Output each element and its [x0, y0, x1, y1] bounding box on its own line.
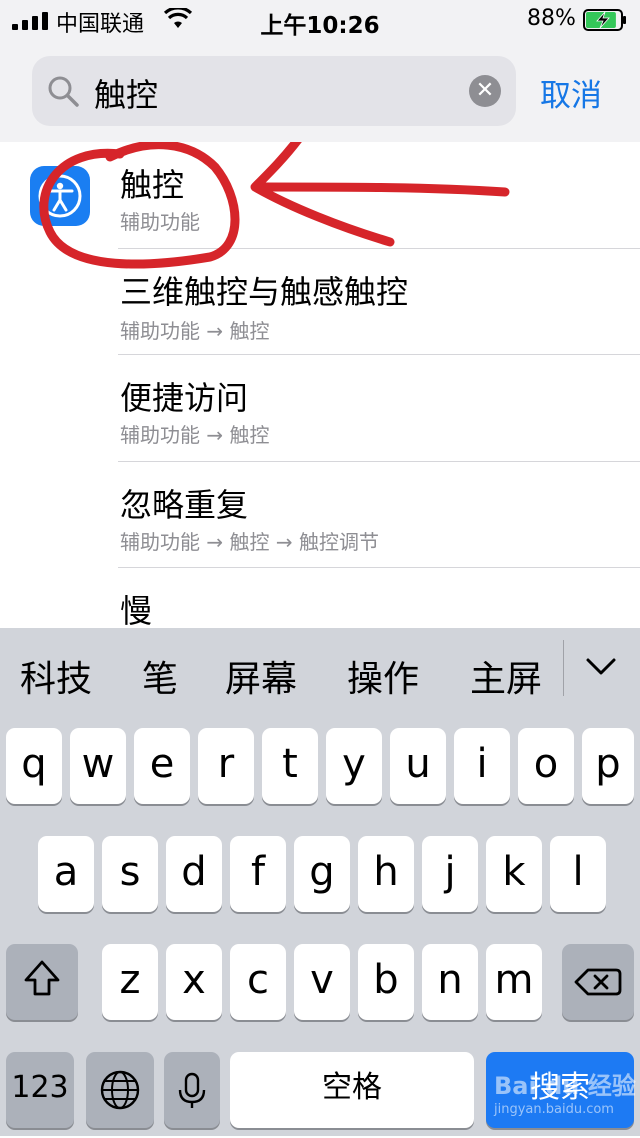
- key-n[interactable]: n: [422, 944, 478, 1020]
- key-h[interactable]: h: [358, 836, 414, 912]
- key-a[interactable]: a: [38, 836, 94, 912]
- watermark-url: jingyan.baidu.com: [494, 1102, 614, 1117]
- candidate-word[interactable]: 笔: [142, 650, 178, 702]
- key-t[interactable]: t: [262, 728, 318, 804]
- candidate-word[interactable]: 科技: [20, 650, 92, 702]
- candidate-word[interactable]: 屏幕: [225, 650, 297, 702]
- globe-icon: [100, 1070, 140, 1110]
- key-u[interactable]: u: [390, 728, 446, 804]
- key-f[interactable]: f: [230, 836, 286, 912]
- key-d[interactable]: d: [166, 836, 222, 912]
- annotation-circle-arrow: [39, 142, 510, 269]
- chevron-down-icon[interactable]: [584, 650, 618, 684]
- key-r[interactable]: r: [198, 728, 254, 804]
- search-header: 触控 ✕ 取消: [0, 44, 640, 143]
- search-field[interactable]: 触控 ✕: [32, 56, 516, 126]
- backspace-icon: [574, 968, 622, 996]
- key-g[interactable]: g: [294, 836, 350, 912]
- key-k[interactable]: k: [486, 836, 542, 912]
- delete-key[interactable]: [562, 944, 634, 1020]
- key-b[interactable]: b: [358, 944, 414, 1020]
- candidate-word[interactable]: 操作: [347, 650, 419, 702]
- search-input[interactable]: 触控: [94, 70, 158, 116]
- battery-percent: 88%: [527, 6, 576, 31]
- key-v[interactable]: v: [294, 944, 350, 1020]
- key-i[interactable]: i: [454, 728, 510, 804]
- cancel-button[interactable]: 取消: [540, 70, 602, 115]
- key-e[interactable]: e: [134, 728, 190, 804]
- key-p[interactable]: p: [582, 728, 634, 804]
- space-key[interactable]: 空格: [230, 1052, 474, 1128]
- search-results-list: 触控 辅助功能 三维触控与触感触控 辅助功能 → 触控 便捷访问 辅助功能 → …: [0, 142, 640, 628]
- dictation-key[interactable]: [164, 1052, 220, 1128]
- key-x[interactable]: x: [166, 944, 222, 1020]
- close-icon: ✕: [475, 78, 495, 103]
- divider: [563, 640, 564, 696]
- key-m[interactable]: m: [486, 944, 542, 1020]
- key-q[interactable]: q: [6, 728, 62, 804]
- key-y[interactable]: y: [326, 728, 382, 804]
- key-c[interactable]: c: [230, 944, 286, 1020]
- key-w[interactable]: w: [70, 728, 126, 804]
- baidu-watermark: Bai du 经验 jingyan.baidu.com: [490, 1060, 640, 1130]
- shift-key[interactable]: [6, 944, 78, 1020]
- key-s[interactable]: s: [102, 836, 158, 912]
- numbers-key[interactable]: 123: [6, 1052, 74, 1128]
- key-l[interactable]: l: [550, 836, 606, 912]
- microphone-icon: [178, 1072, 206, 1108]
- key-z[interactable]: z: [102, 944, 158, 1020]
- battery-charging-icon: [583, 9, 626, 31]
- key-j[interactable]: j: [422, 836, 478, 912]
- candidate-bar: 科技 笔 屏幕 操作 主屏: [0, 628, 640, 720]
- shift-icon: [24, 960, 60, 996]
- watermark-brand: Bai du 经验: [494, 1072, 636, 1100]
- key-o[interactable]: o: [518, 728, 574, 804]
- search-icon: [48, 76, 79, 107]
- globe-key[interactable]: [86, 1052, 154, 1128]
- status-bar: 中国联通 上午10:26 88%: [0, 0, 640, 44]
- candidate-word[interactable]: 主屏: [470, 650, 542, 702]
- clear-search-button[interactable]: ✕: [469, 75, 501, 107]
